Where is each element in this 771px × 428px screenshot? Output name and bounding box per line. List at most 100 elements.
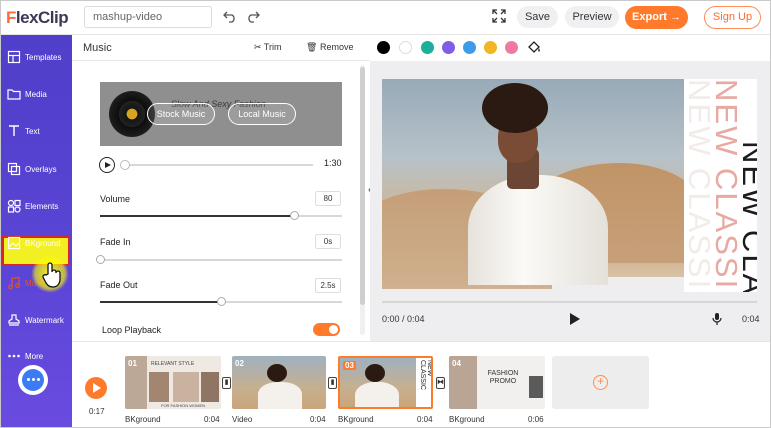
video-play-button[interactable] [570, 313, 580, 325]
elements-icon [7, 199, 21, 213]
video-progress-bar[interactable] [382, 301, 757, 303]
clip-title-text: FASHION PROMO [487, 370, 519, 385]
fade-out-label: Fade Out [100, 280, 138, 290]
person-hair [482, 83, 548, 133]
clip-label: BKground [338, 415, 374, 424]
video-time-display: 0:00 / 0:04 [382, 314, 425, 324]
color-swatch-blue[interactable] [463, 41, 476, 54]
audio-progress-knob[interactable] [120, 160, 130, 170]
preview-button[interactable]: Preview [565, 6, 619, 28]
local-music-button[interactable]: Local Music [228, 103, 296, 125]
fade-in-slider-knob[interactable] [96, 255, 105, 264]
color-swatch-black[interactable] [377, 41, 390, 54]
fade-out-slider-knob[interactable] [217, 297, 226, 306]
timeline-clip-1[interactable]: RELEVANT STYLE FOR FASHION WOMEN 01 [125, 356, 221, 409]
clip-number: 01 [128, 359, 137, 368]
fade-in-slider-track[interactable] [100, 259, 342, 261]
fade-in-value[interactable]: 0s [315, 234, 341, 249]
fade-out-value[interactable]: 2.5s [315, 278, 341, 293]
timeline-play-button[interactable] [85, 377, 107, 399]
top-bar: FlexClip mashup-video Save Preview Expor… [1, 1, 770, 35]
transition-icon: ⧓ [437, 379, 444, 386]
volume-slider-knob[interactable] [290, 211, 299, 220]
clip-thumb-photo [173, 372, 199, 402]
volume-value[interactable]: 80 [315, 191, 341, 206]
timeline-clip-2[interactable]: 02 [232, 356, 326, 409]
paint-bucket-icon[interactable] [527, 40, 541, 54]
add-clip-button[interactable]: + [552, 356, 649, 409]
sidebar-item-label: BKground [25, 239, 61, 248]
trash-icon: 🗑 [306, 42, 318, 52]
loop-playback-toggle[interactable] [313, 323, 340, 336]
save-button[interactable]: Save [517, 6, 558, 28]
clip-thumb-hair [365, 364, 385, 382]
sidebar-item-label: Text [25, 127, 40, 136]
sidebar-item-media[interactable]: Media [1, 77, 72, 113]
templates-icon [7, 50, 21, 64]
sidebar-item-label: Overlays [25, 165, 57, 174]
transition-button[interactable]: ⧓ [436, 377, 445, 389]
volume-label: Volume [100, 194, 131, 204]
color-swatch-yellow[interactable] [484, 41, 497, 54]
music-icon [8, 276, 20, 290]
fade-out-slider-fill [100, 301, 221, 303]
clip-number: 03 [343, 361, 356, 370]
arrow-right-icon: → [669, 11, 681, 23]
play-icon [93, 383, 101, 393]
audio-progress-track[interactable] [122, 164, 313, 166]
plus-icon: + [593, 375, 608, 390]
clip-label: BKground [449, 415, 485, 424]
clip-number: 02 [235, 359, 244, 368]
clip-thumb-photo [149, 372, 169, 402]
transition-button[interactable]: ▮ [222, 377, 231, 389]
background-icon [7, 236, 21, 250]
fade-in-label: Fade In [100, 237, 131, 247]
overlays-icon [7, 162, 21, 176]
flexclip-editor: FlexClip mashup-video Save Preview Expor… [0, 0, 771, 428]
fullscreen-icon[interactable] [492, 9, 506, 23]
sidebar-item-templates[interactable]: Templates [1, 40, 72, 76]
project-name-input[interactable]: mashup-video [84, 6, 212, 28]
sidebar-item-elements[interactable]: Elements [1, 189, 72, 225]
color-swatch-purple[interactable] [442, 41, 455, 54]
timeline-clip-4[interactable]: FASHION PROMO 04 [449, 356, 545, 409]
clip-thumb-photo [201, 372, 219, 402]
sidebar-item-label: Watermark [25, 316, 64, 325]
transition-icon: ▮ [224, 379, 229, 386]
timeline-clip-3[interactable]: NEW CLASSIC 03 [338, 356, 433, 409]
sidebar-item-label: More [25, 352, 44, 361]
overlay-text-line: NEW CLASSIC [736, 141, 757, 292]
sidebar-item-text[interactable]: Text [1, 114, 72, 150]
flexclip-logo[interactable]: FlexClip [6, 8, 69, 28]
trim-button[interactable]: ✂ Trim [254, 42, 282, 53]
video-frame[interactable]: NEW CLASSIC NEW CLASSIC NEW CLASSIC [382, 79, 757, 292]
chat-support-button[interactable] [18, 365, 48, 395]
clip-label: Video [232, 415, 253, 424]
undo-icon[interactable] [223, 9, 237, 23]
transition-button[interactable]: ▮ [328, 377, 337, 389]
color-swatch-teal[interactable] [421, 41, 434, 54]
scrollbar-thumb[interactable] [360, 67, 365, 305]
sidebar-item-watermark[interactable]: Watermark [1, 303, 72, 339]
clip-label: BKground [125, 415, 161, 424]
chat-bubble-icon [22, 369, 44, 391]
sidebar-item-overlays[interactable]: Overlays [1, 152, 72, 188]
signup-button[interactable]: Sign Up [704, 6, 761, 29]
play-icon [105, 161, 111, 168]
export-button[interactable]: Export → [625, 6, 688, 29]
color-swatch-white[interactable] [399, 41, 412, 54]
video-photo [382, 79, 702, 289]
clip-duration: 0:06 [528, 415, 544, 424]
sidebar-item-bkground[interactable]: BKground [1, 226, 72, 262]
volume-slider-fill [100, 215, 294, 217]
stock-music-button[interactable]: Stock Music [147, 103, 215, 125]
video-text-panel: NEW CLASSIC NEW CLASSIC NEW CLASSIC [682, 79, 757, 292]
remove-button[interactable]: 🗑 Remove [306, 42, 353, 53]
audio-play-button[interactable] [99, 157, 115, 173]
white-coat [468, 175, 608, 285]
more-dots-icon [8, 354, 20, 358]
microphone-icon[interactable] [712, 312, 722, 326]
redo-icon[interactable] [246, 9, 260, 23]
timeline-current-time: 0:17 [89, 407, 105, 416]
color-swatch-pink[interactable] [505, 41, 518, 54]
